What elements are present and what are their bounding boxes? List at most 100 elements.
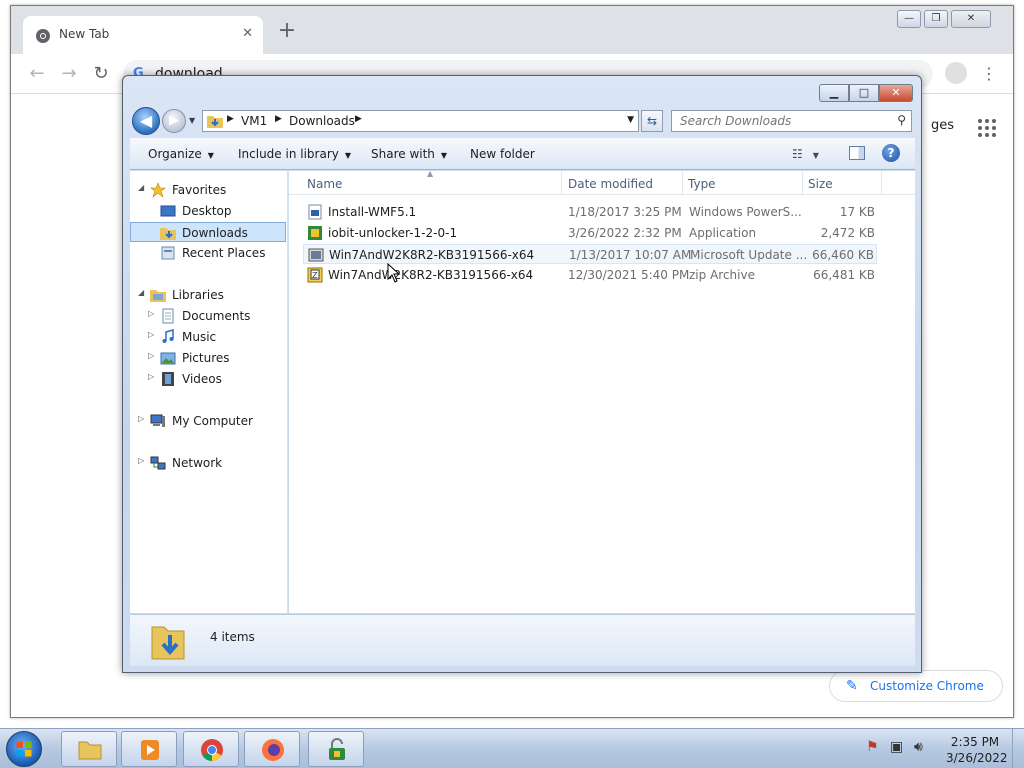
- chrome-close-button[interactable]: ✕: [951, 10, 991, 28]
- taskbar-media-player-button[interactable]: [121, 731, 177, 767]
- collapsed-triangle-icon[interactable]: ▷: [148, 351, 154, 360]
- nav-network[interactable]: ▷ Network: [130, 453, 286, 473]
- collapsed-triangle-icon[interactable]: ▷: [148, 309, 154, 318]
- volume-icon[interactable]: 🔊︎: [914, 739, 923, 755]
- taskbar: ⚑ ▣ 🔊︎ 2:35 PM 3/26/2022: [0, 728, 1024, 768]
- zip-archive-icon: Z: [307, 267, 323, 283]
- column-header-size[interactable]: Size: [808, 177, 833, 191]
- column-divider[interactable]: [802, 171, 803, 195]
- column-header-date-modified[interactable]: Date modified: [568, 177, 653, 191]
- show-desktop-button[interactable]: [1012, 729, 1024, 768]
- libraries-icon: [150, 290, 166, 302]
- file-date: 3/26/2022 2:32 PM: [568, 226, 682, 240]
- explorer-maximize-button[interactable]: □: [849, 84, 879, 102]
- expanded-triangle-icon[interactable]: ◢: [138, 183, 144, 192]
- forward-arrow-icon[interactable]: →: [57, 62, 81, 86]
- column-divider[interactable]: [561, 171, 562, 195]
- sort-ascending-icon: ▲: [427, 169, 434, 178]
- collapsed-triangle-icon[interactable]: ▷: [148, 330, 154, 339]
- new-tab-button[interactable]: +: [275, 20, 299, 44]
- customize-chrome-button[interactable]: ✎ Customize Chrome: [829, 670, 1003, 702]
- file-type: Windows PowerS...: [689, 205, 802, 219]
- action-center-flag-icon[interactable]: ⚑: [866, 739, 879, 755]
- clock-date[interactable]: 3/26/2022: [946, 751, 1008, 765]
- column-divider[interactable]: [682, 171, 683, 195]
- nav-label: Network: [172, 456, 223, 470]
- chrome-menu-icon[interactable]: ⋮: [981, 62, 997, 86]
- nav-desktop[interactable]: Desktop: [130, 201, 286, 221]
- column-header-name[interactable]: Name: [307, 177, 342, 191]
- nav-documents[interactable]: ▷ Documents: [130, 306, 286, 326]
- nav-downloads[interactable]: Downloads: [130, 222, 286, 242]
- recent-pages-dropdown-icon[interactable]: ▼: [189, 116, 195, 125]
- nav-recent-places[interactable]: Recent Places: [130, 243, 286, 263]
- help-icon[interactable]: ?: [882, 144, 900, 162]
- nav-videos[interactable]: ▷ Videos: [130, 369, 286, 389]
- downloads-folder-icon: [160, 228, 176, 240]
- column-headers: ▲ Name Date modified Type Size: [289, 169, 915, 195]
- file-row[interactable]: Win7AndW2K8R2-KB3191566-x64 1/13/2017 10…: [303, 244, 877, 264]
- clock-time[interactable]: 2:35 PM: [950, 735, 1000, 749]
- start-button[interactable]: [6, 731, 42, 767]
- nav-libraries[interactable]: ◢ Libraries: [130, 285, 286, 305]
- taskbar-firefox-button[interactable]: [244, 731, 300, 767]
- images-link[interactable]: ges: [931, 118, 954, 133]
- tab-close-icon[interactable]: ✕: [242, 26, 253, 41]
- file-size: 17 KB: [839, 205, 875, 219]
- breadcrumb-separator-icon[interactable]: ▶: [355, 114, 362, 124]
- nav-label: Desktop: [182, 204, 232, 218]
- file-date: 1/18/2017 3:25 PM: [568, 205, 682, 219]
- collapsed-triangle-icon[interactable]: ▷: [138, 414, 144, 423]
- organize-button[interactable]: Organize ▼: [148, 147, 214, 161]
- search-input[interactable]: [678, 113, 878, 129]
- breadcrumb-downloads[interactable]: Downloads: [289, 114, 355, 128]
- expanded-triangle-icon[interactable]: ◢: [138, 288, 144, 297]
- search-icon[interactable]: ⚲: [897, 113, 906, 127]
- include-in-library-label: Include in library: [238, 147, 339, 161]
- explorer-forward-button[interactable]: ▶: [162, 109, 186, 133]
- address-bar[interactable]: ▶ VM1 ▶ Downloads ▶ ▼: [202, 110, 639, 132]
- tab-title: New Tab: [59, 27, 110, 41]
- breadcrumb-vm1[interactable]: VM1: [241, 114, 267, 128]
- share-with-button[interactable]: Share with ▼: [371, 147, 447, 161]
- chrome-maximize-button[interactable]: ❐: [924, 10, 948, 28]
- explorer-minimize-button[interactable]: ▁: [819, 84, 849, 102]
- file-date: 1/13/2017 10:07 AM: [569, 248, 692, 262]
- collapsed-triangle-icon[interactable]: ▷: [148, 372, 154, 381]
- breadcrumb-separator-icon[interactable]: ▶: [227, 114, 234, 124]
- file-name: Win7AndW2K8R2-KB3191566-x64: [329, 248, 535, 262]
- file-row[interactable]: Install-WMF5.1 1/18/2017 3:25 PM Windows…: [303, 202, 877, 222]
- taskbar-iobit-unlocker-button[interactable]: [308, 731, 364, 767]
- refresh-button[interactable]: ⇆: [641, 110, 663, 132]
- column-header-type[interactable]: Type: [688, 177, 716, 191]
- pictures-icon: [160, 352, 176, 365]
- nav-my-computer[interactable]: ▷ My Computer: [130, 411, 286, 431]
- chrome-minimize-button[interactable]: —: [897, 10, 921, 28]
- nav-music[interactable]: ▷ Music: [130, 327, 286, 347]
- explorer-back-button[interactable]: ◀: [132, 107, 160, 135]
- include-in-library-button[interactable]: Include in library ▼: [238, 147, 351, 161]
- nav-pictures[interactable]: ▷ Pictures: [130, 348, 286, 368]
- network-status-icon[interactable]: ▣: [890, 739, 903, 755]
- file-row[interactable]: iobit-unlocker-1-2-0-1 3/26/2022 2:32 PM…: [303, 223, 877, 243]
- collapsed-triangle-icon[interactable]: ▷: [138, 456, 144, 465]
- address-dropdown-icon[interactable]: ▼: [627, 115, 634, 125]
- search-downloads-box[interactable]: ⚲: [671, 110, 912, 132]
- profile-avatar-icon[interactable]: [945, 62, 967, 84]
- preview-pane-icon[interactable]: [849, 146, 865, 160]
- breadcrumb-separator-icon[interactable]: ▶: [275, 114, 282, 124]
- taskbar-chrome-button[interactable]: [183, 731, 239, 767]
- back-arrow-icon[interactable]: ←: [25, 62, 49, 86]
- nav-favorites[interactable]: ◢ Favorites: [130, 180, 286, 200]
- taskbar-explorer-button[interactable]: [61, 731, 117, 767]
- reload-icon[interactable]: ↻: [89, 62, 113, 86]
- google-apps-icon[interactable]: [977, 118, 997, 138]
- explorer-close-button[interactable]: ✕: [879, 84, 913, 102]
- column-divider[interactable]: [881, 171, 882, 195]
- navigation-pane: ◢ Favorites Desktop Downloads Recent Pla…: [130, 171, 288, 613]
- nav-label: Pictures: [182, 351, 230, 365]
- network-icon: [150, 456, 166, 470]
- chrome-tab-new-tab[interactable]: New Tab ✕: [23, 16, 263, 54]
- change-view-button[interactable]: ☷ ▼: [792, 147, 819, 161]
- new-folder-button[interactable]: New folder: [470, 147, 535, 161]
